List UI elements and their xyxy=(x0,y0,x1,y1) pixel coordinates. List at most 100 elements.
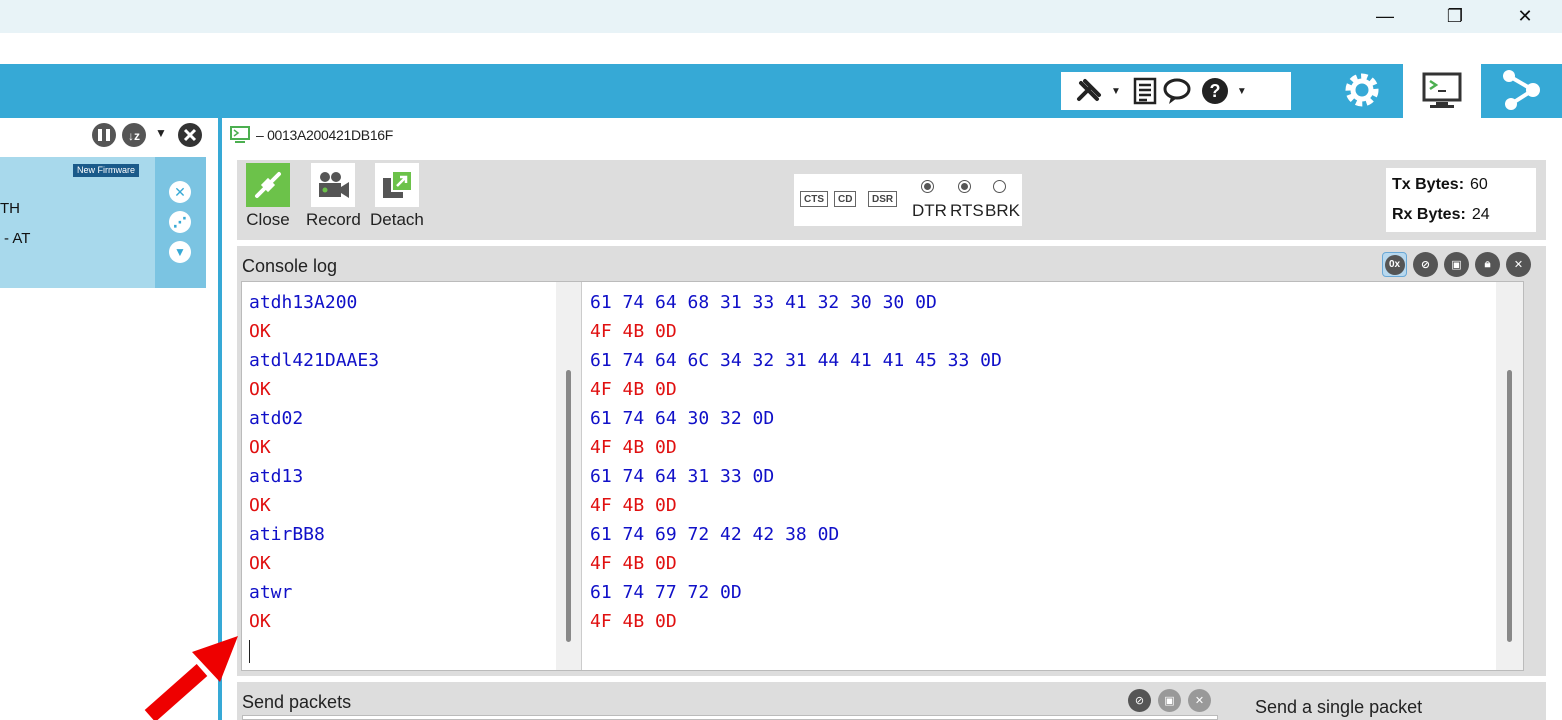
packet-list[interactable] xyxy=(242,715,1218,720)
send-packets-title: Send packets xyxy=(242,692,352,712)
tools-icon[interactable] xyxy=(1075,76,1103,106)
rts-label: RTS xyxy=(950,201,984,220)
console-device-address: – 0013A200421DB16F xyxy=(256,127,394,143)
hex-scrollbar[interactable] xyxy=(1496,282,1523,670)
svg-text:↓z: ↓z xyxy=(128,129,140,143)
sent-command-line: atwr xyxy=(249,582,293,603)
console-log-tools: 0x ⊘ ▣ 🔒︎ ✕ xyxy=(1382,252,1531,277)
close-window-button[interactable]: ✕ xyxy=(1490,0,1560,33)
device-name-partial: TH xyxy=(0,200,20,217)
discover-devices-icon[interactable] xyxy=(92,123,116,152)
dsr-indicator: DSR xyxy=(868,191,898,207)
menu-band xyxy=(0,33,1562,64)
console-mode-button[interactable] xyxy=(1403,64,1481,118)
lock-scroll-icon[interactable]: 🔒︎ xyxy=(1475,252,1500,277)
chevron-down-icon[interactable]: ▼ xyxy=(155,126,167,140)
sort-devices-icon[interactable]: ↓z xyxy=(122,123,146,152)
new-firmware-badge: New Firmware xyxy=(73,164,140,177)
ascii-log-column[interactable]: atdh13A200 OK atdl421DAAE3 OK atd02 OK atd13 OK… xyxy=(242,282,556,670)
sent-command-line: atirBB8 xyxy=(249,524,325,545)
save-packets-icon[interactable]: ▣ xyxy=(1158,689,1181,712)
device-network-icon[interactable]: ⋰ xyxy=(169,211,191,233)
sent-command-line: atdl421DAAE3 xyxy=(249,350,380,371)
close-label: Close xyxy=(246,210,290,229)
received-hex-line: 4F 4B 0D xyxy=(590,611,677,632)
sent-hex-line: 61 74 64 6C 34 32 31 44 41 41 45 33 0D xyxy=(590,350,1002,371)
chevron-down-icon[interactable]: ▼ xyxy=(1237,86,1247,97)
dtr-label: DTR xyxy=(912,201,947,220)
sent-hex-line: 61 74 69 72 42 42 38 0D xyxy=(590,524,840,545)
serial-signals-panel: CTS CD DSR DTR RTS BRK xyxy=(794,174,1022,226)
brk-toggle[interactable] xyxy=(993,180,1006,193)
received-hex-line: 4F 4B 0D xyxy=(590,321,677,342)
sent-hex-line: 61 74 64 30 32 0D xyxy=(590,408,775,429)
network-mode-button[interactable] xyxy=(1497,68,1545,112)
received-hex-line: 4F 4B 0D xyxy=(590,495,677,516)
device-function-partial: - AT xyxy=(4,230,31,247)
tools-menu-group: ▼ ? ▼ xyxy=(1061,72,1291,110)
detach-button[interactable]: Detach xyxy=(370,163,424,230)
clear-packets-icon[interactable]: ⊘ xyxy=(1128,689,1151,712)
gear-icon xyxy=(1345,73,1379,107)
rx-bytes-label: Rx Bytes: xyxy=(1392,206,1466,223)
disconnect-device-icon[interactable]: ✕ xyxy=(169,181,191,203)
record-button[interactable]: Record xyxy=(306,163,361,230)
received-response-line: OK xyxy=(249,495,271,516)
tx-bytes-label: Tx Bytes: xyxy=(1392,176,1465,193)
close-log-icon[interactable]: ✕ xyxy=(1506,252,1531,277)
ascii-scrollbar[interactable] xyxy=(556,282,582,670)
rts-toggle[interactable] xyxy=(958,180,971,193)
chevron-down-icon[interactable]: ▼ xyxy=(1111,86,1121,97)
plug-icon xyxy=(246,163,290,207)
main-toolbar xyxy=(0,64,1562,118)
sent-command-line: atd02 xyxy=(249,408,304,429)
window-title-bar xyxy=(0,0,1562,33)
received-hex-line: 4F 4B 0D xyxy=(590,553,677,574)
send-single-packet-title: Send a single packet xyxy=(1255,697,1423,717)
dtr-toggle[interactable] xyxy=(921,180,934,193)
hex-log-column[interactable]: 61 74 64 68 31 33 41 32 30 30 0D 4F 4B 0D… xyxy=(583,282,1496,670)
console-tab-title: – 0013A200421DB16F xyxy=(230,122,393,148)
record-label: Record xyxy=(306,210,361,229)
received-response-line: OK xyxy=(249,611,271,632)
close-connection-button[interactable]: Close xyxy=(246,163,290,230)
received-response-line: OK xyxy=(249,379,271,400)
sent-command-line: atdh13A200 xyxy=(249,292,358,313)
save-log-icon[interactable]: ▣ xyxy=(1444,252,1469,277)
svg-text:?: ? xyxy=(1209,81,1220,101)
maximize-button[interactable]: ❐ xyxy=(1420,0,1490,33)
console-log-title: Console log xyxy=(242,256,338,276)
send-packets-tools: ⊘ ▣ ✕ xyxy=(1128,689,1211,712)
network-icon xyxy=(1503,70,1540,110)
detach-label: Detach xyxy=(370,210,424,229)
hex-toggle-button[interactable]: 0x xyxy=(1382,252,1407,277)
received-response-line: OK xyxy=(249,437,271,458)
console-tab-icon xyxy=(230,126,250,143)
expand-device-icon[interactable]: ▼ xyxy=(169,241,191,263)
detach-icon xyxy=(374,163,419,207)
remove-packet-icon[interactable]: ✕ xyxy=(1188,689,1211,712)
list-icon[interactable] xyxy=(1133,76,1157,106)
minimize-button[interactable]: — xyxy=(1350,0,1420,33)
camera-icon xyxy=(311,163,356,207)
device-list-toolbar: ↓z ▼ xyxy=(0,118,218,154)
cts-indicator: CTS xyxy=(800,191,828,207)
sent-hex-line: 61 74 64 68 31 33 41 32 30 30 0D xyxy=(590,292,937,313)
chat-icon[interactable] xyxy=(1163,76,1195,106)
received-response-line: OK xyxy=(249,321,271,342)
monitor-icon xyxy=(1422,72,1462,108)
configuration-mode-button[interactable] xyxy=(1340,68,1384,112)
byte-counters: Tx Bytes: 60 Rx Bytes: 24 xyxy=(1386,168,1536,232)
cd-indicator: CD xyxy=(834,191,857,207)
help-icon[interactable]: ? xyxy=(1201,76,1229,106)
tx-bytes-value: 60 xyxy=(1470,176,1488,193)
remove-all-devices-icon[interactable] xyxy=(178,123,202,152)
sent-hex-line: 61 74 64 31 33 0D xyxy=(590,466,775,487)
ascii-scroll-thumb[interactable] xyxy=(566,370,571,642)
sent-command-line: atd13 xyxy=(249,466,304,487)
received-hex-line: 4F 4B 0D xyxy=(590,379,677,400)
hex-scroll-thumb[interactable] xyxy=(1507,370,1512,642)
clear-log-icon[interactable]: ⊘ xyxy=(1413,252,1438,277)
received-hex-line: 4F 4B 0D xyxy=(590,437,677,458)
red-arrow-annotation xyxy=(144,636,238,720)
